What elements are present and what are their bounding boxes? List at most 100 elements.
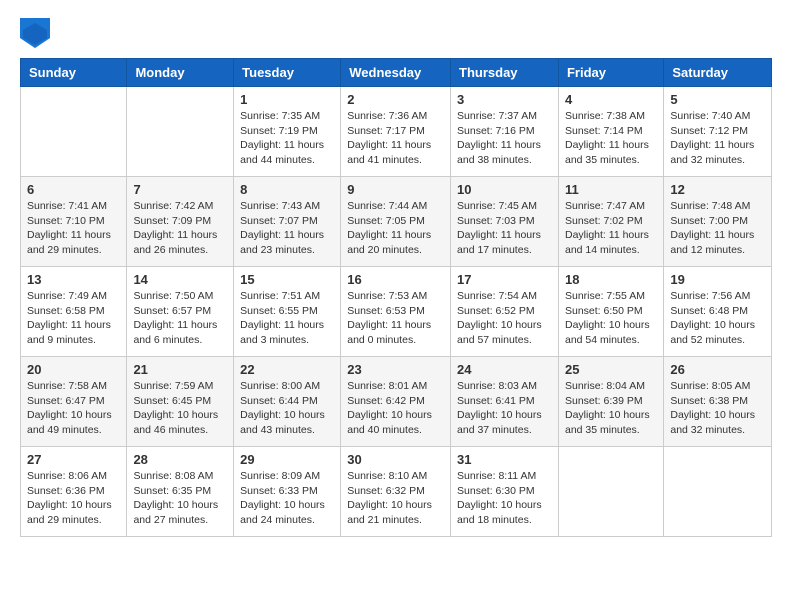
day-info: Sunrise: 8:10 AM Sunset: 6:32 PM Dayligh… <box>347 469 444 528</box>
calendar-week-row: 6 Sunrise: 7:41 AM Sunset: 7:10 PM Daylig… <box>21 177 772 267</box>
day-number: 17 <box>457 272 552 287</box>
day-number: 25 <box>565 362 657 377</box>
calendar-cell: 21Sunrise: 7:59 AM Sunset: 6:45 PM Dayli… <box>127 357 234 447</box>
day-number: 6 <box>27 182 120 197</box>
calendar-week-row: 20 Sunrise: 7:58 AM Sunset: 6:47 PM Dayli… <box>21 357 772 447</box>
calendar-cell: 2 Sunrise: 7:36 AM Sunset: 7:17 PM Daylig… <box>341 87 451 177</box>
day-of-week-header: Sunday <box>21 59 127 87</box>
calendar-cell: 31 Sunrise: 8:11 AM Sunset: 6:30 PM Dayli… <box>451 447 559 537</box>
day-number: 24 <box>457 362 552 377</box>
day-number: 9 <box>347 182 444 197</box>
logo <box>20 18 54 48</box>
calendar-cell: 15Sunrise: 7:51 AM Sunset: 6:55 PM Dayli… <box>234 267 341 357</box>
day-number: 29 <box>240 452 334 467</box>
day-of-week-header: Tuesday <box>234 59 341 87</box>
page: SundayMondayTuesdayWednesdayThursdayFrid… <box>0 0 792 557</box>
day-info: Sunrise: 8:03 AM Sunset: 6:41 PM Dayligh… <box>457 379 552 438</box>
calendar-cell: 4 Sunrise: 7:38 AM Sunset: 7:14 PM Daylig… <box>558 87 663 177</box>
day-number: 18 <box>565 272 657 287</box>
day-number: 3 <box>457 92 552 107</box>
day-info: Sunrise: 8:08 AM Sunset: 6:35 PM Dayligh… <box>133 469 227 528</box>
day-number: 26 <box>670 362 765 377</box>
day-number: 21 <box>133 362 227 377</box>
day-info: Sunrise: 7:36 AM Sunset: 7:17 PM Dayligh… <box>347 109 444 168</box>
day-info: Sunrise: 7:41 AM Sunset: 7:10 PM Dayligh… <box>27 199 120 258</box>
calendar-cell: 11Sunrise: 7:47 AM Sunset: 7:02 PM Dayli… <box>558 177 663 267</box>
calendar-cell: 6 Sunrise: 7:41 AM Sunset: 7:10 PM Daylig… <box>21 177 127 267</box>
calendar-cell: 18Sunrise: 7:55 AM Sunset: 6:50 PM Dayli… <box>558 267 663 357</box>
calendar-cell <box>21 87 127 177</box>
day-number: 10 <box>457 182 552 197</box>
day-number: 7 <box>133 182 227 197</box>
calendar-week-row: 1Sunrise: 7:35 AM Sunset: 7:19 PM Daylig… <box>21 87 772 177</box>
day-info: Sunrise: 7:44 AM Sunset: 7:05 PM Dayligh… <box>347 199 444 258</box>
day-info: Sunrise: 8:09 AM Sunset: 6:33 PM Dayligh… <box>240 469 334 528</box>
day-info: Sunrise: 7:47 AM Sunset: 7:02 PM Dayligh… <box>565 199 657 258</box>
calendar-cell: 12 Sunrise: 7:48 AM Sunset: 7:00 PM Dayli… <box>664 177 772 267</box>
calendar-cell <box>558 447 663 537</box>
day-number: 14 <box>133 272 227 287</box>
calendar-cell: 28 Sunrise: 8:08 AM Sunset: 6:35 PM Dayli… <box>127 447 234 537</box>
day-number: 13 <box>27 272 120 287</box>
day-number: 31 <box>457 452 552 467</box>
calendar-cell: 29 Sunrise: 8:09 AM Sunset: 6:33 PM Dayli… <box>234 447 341 537</box>
day-info: Sunrise: 7:38 AM Sunset: 7:14 PM Dayligh… <box>565 109 657 168</box>
day-info: Sunrise: 7:51 AM Sunset: 6:55 PM Dayligh… <box>240 289 334 348</box>
day-info: Sunrise: 7:37 AM Sunset: 7:16 PM Dayligh… <box>457 109 552 168</box>
calendar-cell: 26 Sunrise: 8:05 AM Sunset: 6:38 PM Dayli… <box>664 357 772 447</box>
day-info: Sunrise: 8:06 AM Sunset: 6:36 PM Dayligh… <box>27 469 120 528</box>
calendar-cell: 5 Sunrise: 7:40 AM Sunset: 7:12 PM Daylig… <box>664 87 772 177</box>
day-info: Sunrise: 7:40 AM Sunset: 7:12 PM Dayligh… <box>670 109 765 168</box>
calendar-cell: 10 Sunrise: 7:45 AM Sunset: 7:03 PM Dayli… <box>451 177 559 267</box>
header <box>20 10 772 48</box>
calendar-week-row: 13 Sunrise: 7:49 AM Sunset: 6:58 PM Dayli… <box>21 267 772 357</box>
day-number: 28 <box>133 452 227 467</box>
calendar-cell: 7 Sunrise: 7:42 AM Sunset: 7:09 PM Daylig… <box>127 177 234 267</box>
day-info: Sunrise: 7:48 AM Sunset: 7:00 PM Dayligh… <box>670 199 765 258</box>
calendar-cell <box>127 87 234 177</box>
calendar-cell: 20 Sunrise: 7:58 AM Sunset: 6:47 PM Dayli… <box>21 357 127 447</box>
day-info: Sunrise: 7:56 AM Sunset: 6:48 PM Dayligh… <box>670 289 765 348</box>
day-number: 8 <box>240 182 334 197</box>
day-of-week-header: Saturday <box>664 59 772 87</box>
logo-icon <box>20 18 50 48</box>
day-of-week-header: Thursday <box>451 59 559 87</box>
calendar-cell: 22 Sunrise: 8:00 AM Sunset: 6:44 PM Dayli… <box>234 357 341 447</box>
day-info: Sunrise: 8:04 AM Sunset: 6:39 PM Dayligh… <box>565 379 657 438</box>
day-number: 16 <box>347 272 444 287</box>
day-number: 12 <box>670 182 765 197</box>
day-info: Sunrise: 7:42 AM Sunset: 7:09 PM Dayligh… <box>133 199 227 258</box>
calendar-cell: 23Sunrise: 8:01 AM Sunset: 6:42 PM Dayli… <box>341 357 451 447</box>
day-info: Sunrise: 7:54 AM Sunset: 6:52 PM Dayligh… <box>457 289 552 348</box>
day-number: 20 <box>27 362 120 377</box>
day-of-week-header: Monday <box>127 59 234 87</box>
calendar-cell: 30 Sunrise: 8:10 AM Sunset: 6:32 PM Dayli… <box>341 447 451 537</box>
day-number: 1 <box>240 92 334 107</box>
day-number: 23 <box>347 362 444 377</box>
day-number: 22 <box>240 362 334 377</box>
calendar-cell: 16 Sunrise: 7:53 AM Sunset: 6:53 PM Dayli… <box>341 267 451 357</box>
day-info: Sunrise: 7:43 AM Sunset: 7:07 PM Dayligh… <box>240 199 334 258</box>
calendar-cell: 8 Sunrise: 7:43 AM Sunset: 7:07 PM Daylig… <box>234 177 341 267</box>
day-number: 2 <box>347 92 444 107</box>
calendar-cell: 19Sunrise: 7:56 AM Sunset: 6:48 PM Dayli… <box>664 267 772 357</box>
day-info: Sunrise: 7:45 AM Sunset: 7:03 PM Dayligh… <box>457 199 552 258</box>
day-number: 5 <box>670 92 765 107</box>
day-info: Sunrise: 7:58 AM Sunset: 6:47 PM Dayligh… <box>27 379 120 438</box>
day-info: Sunrise: 8:11 AM Sunset: 6:30 PM Dayligh… <box>457 469 552 528</box>
calendar-cell: 13 Sunrise: 7:49 AM Sunset: 6:58 PM Dayli… <box>21 267 127 357</box>
calendar-cell: 24 Sunrise: 8:03 AM Sunset: 6:41 PM Dayli… <box>451 357 559 447</box>
calendar-cell: 27Sunrise: 8:06 AM Sunset: 6:36 PM Dayli… <box>21 447 127 537</box>
day-info: Sunrise: 7:53 AM Sunset: 6:53 PM Dayligh… <box>347 289 444 348</box>
day-info: Sunrise: 7:49 AM Sunset: 6:58 PM Dayligh… <box>27 289 120 348</box>
day-number: 4 <box>565 92 657 107</box>
calendar-cell: 17 Sunrise: 7:54 AM Sunset: 6:52 PM Dayli… <box>451 267 559 357</box>
day-info: Sunrise: 8:05 AM Sunset: 6:38 PM Dayligh… <box>670 379 765 438</box>
calendar-cell: 3 Sunrise: 7:37 AM Sunset: 7:16 PM Daylig… <box>451 87 559 177</box>
calendar-cell: 9 Sunrise: 7:44 AM Sunset: 7:05 PM Daylig… <box>341 177 451 267</box>
day-info: Sunrise: 7:50 AM Sunset: 6:57 PM Dayligh… <box>133 289 227 348</box>
calendar-cell <box>664 447 772 537</box>
calendar-header-row: SundayMondayTuesdayWednesdayThursdayFrid… <box>21 59 772 87</box>
day-info: Sunrise: 8:00 AM Sunset: 6:44 PM Dayligh… <box>240 379 334 438</box>
day-number: 30 <box>347 452 444 467</box>
